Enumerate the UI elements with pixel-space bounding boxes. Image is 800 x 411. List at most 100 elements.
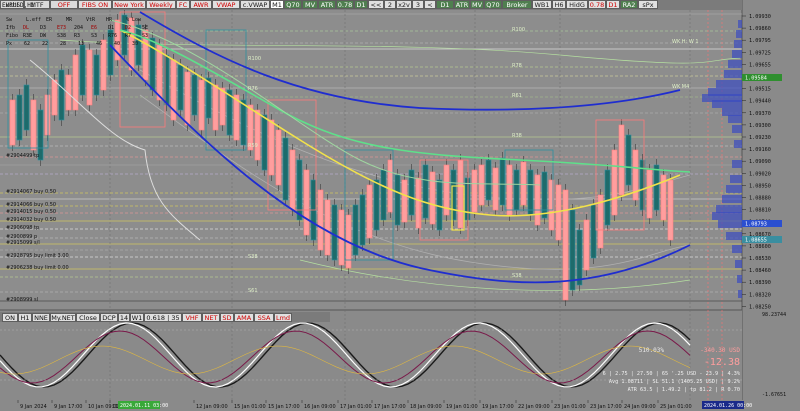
toolbar-button-26[interactable]: WB1	[532, 0, 552, 9]
toolbar-button-23[interactable]: MV	[470, 0, 484, 9]
toolbar-button-15[interactable]: D1	[354, 0, 368, 9]
indicator-button-2[interactable]: NNE	[32, 313, 50, 322]
price-tick-22: 1.08390	[749, 280, 771, 286]
candle-body-1	[16, 94, 23, 141]
time-tick-3: 11	[112, 404, 118, 410]
time-highlight-text-0: 2024.01.11 03:00	[120, 403, 168, 409]
info-row1-3: E73	[57, 25, 66, 31]
toolbar-button-5[interactable]: Weekly	[146, 0, 176, 9]
indicator-button-5[interactable]: DCP	[100, 313, 118, 322]
candle-55	[394, 169, 401, 231]
toolbar-button-30[interactable]: D1	[606, 0, 620, 9]
volume-profile-bar-3	[732, 50, 742, 58]
candle-body-82	[583, 219, 590, 271]
indicator-button-14[interactable]: Lmd	[274, 313, 292, 322]
toolbar-button-24[interactable]: Q70	[484, 0, 502, 9]
toolbar-button-12[interactable]: MV	[302, 0, 318, 9]
volume-profile-bar-13	[734, 140, 742, 148]
candle-79	[562, 184, 569, 306]
indicator-button-7[interactable]: W1	[130, 313, 144, 322]
indicator-button-0[interactable]: ON	[2, 313, 18, 322]
info-header-5: HR	[106, 17, 113, 23]
toolbar-button-11[interactable]: Q70	[284, 0, 302, 9]
indicator-button-12[interactable]: AMA	[234, 313, 254, 322]
toolbar-button-31[interactable]: RA2	[620, 0, 638, 9]
toolbar-button-27[interactable]: H6	[552, 0, 566, 9]
candle-body-7	[58, 69, 65, 121]
candle-44	[317, 184, 324, 256]
time-tick-16: 24 Jan 09:00	[624, 404, 656, 410]
time-tick-15: 23 Jan 17:00	[590, 404, 622, 410]
indicator-button-4[interactable]: Close	[76, 313, 100, 322]
price-highlight-green-text: 1.09584	[745, 76, 767, 82]
toolbar-button-21[interactable]: D1	[436, 0, 454, 9]
info-row1-7: D2	[125, 25, 131, 31]
info-row2-0: Fibo	[6, 33, 18, 39]
candle-body-83	[590, 204, 597, 259]
candle-85	[604, 164, 611, 231]
candle-body-53	[380, 169, 387, 221]
toolbar-button-32[interactable]: sPx	[638, 0, 658, 9]
toolbar-button-10[interactable]: M1	[270, 0, 284, 9]
toolbar-button-17[interactable]: 2	[384, 0, 396, 9]
price-tick-21: 1.08460	[749, 268, 771, 274]
candle-38	[275, 124, 282, 191]
toolbar-button-7[interactable]: AWR	[190, 0, 212, 9]
indicator-button-8[interactable]: 0.618 | 35	[144, 313, 182, 322]
indicator-toolbar: ON H1 NNE My.NET Close DCP 14 W1 0.618 | 35 VHF NE…	[0, 312, 330, 322]
candle-body-88	[625, 134, 632, 186]
indicator-button-10[interactable]: NET	[202, 313, 220, 322]
candle-body-38	[275, 129, 282, 186]
info-row2-3: S38	[57, 33, 66, 39]
toolbar-button-29[interactable]: 0.78	[588, 0, 606, 9]
toolbar-button-4[interactable]: New York	[112, 0, 146, 9]
level-label-6: R76	[248, 86, 258, 92]
candle-46	[331, 199, 338, 266]
toolbar-button-3[interactable]: FIBS ON	[78, 0, 112, 9]
info-row3-1: 62	[24, 41, 30, 47]
toolbar-button-19[interactable]: 3	[412, 0, 424, 9]
osc-tick-bottom: -1.67651	[762, 392, 786, 398]
candle-31	[226, 84, 233, 141]
info-row1-5: E6	[91, 25, 97, 31]
candle-body-75	[534, 174, 541, 226]
order-label-10: #2908999 sl	[6, 297, 38, 303]
toolbar-button-14[interactable]: 0.78	[336, 0, 354, 9]
price-tick-15: 1.08880	[749, 196, 771, 202]
price-tick-11: 1.09160	[749, 147, 771, 153]
candle-body-44	[317, 189, 324, 251]
volume-profile-bar-20	[718, 220, 742, 228]
candle-84	[597, 189, 604, 254]
candle-88	[625, 129, 632, 191]
toolbar-button-16[interactable]: <<	[368, 0, 384, 9]
stats-line-3: ATR 63.5 | 1.49.2 | tp 81.2 | R 0.70	[628, 387, 740, 393]
toolbar-button-2[interactable]: OFF	[50, 0, 78, 9]
indicator-button-11[interactable]: SD	[220, 313, 234, 322]
toolbar-button-13[interactable]: ATR	[318, 0, 336, 9]
toolbar-button-8[interactable]: VWAP	[212, 0, 240, 9]
toolbar-button-22[interactable]: ATR	[454, 0, 470, 9]
osc-tick-top: 98.23744	[762, 312, 786, 318]
toolbar-button-25[interactable]: Broker	[502, 0, 532, 9]
indicator-button-13[interactable]: SSA	[254, 313, 274, 322]
candle-body-36	[261, 114, 268, 171]
candle-body-55	[394, 174, 401, 226]
toolbar-button-9[interactable]: c.VWAP	[240, 0, 270, 9]
candle-75	[534, 169, 541, 231]
toolbar-button-20[interactable]: <	[424, 0, 436, 9]
toolbar-button-28[interactable]: HidG	[566, 0, 588, 9]
indicator-button-9[interactable]: VHF	[182, 313, 202, 322]
price-tick-12: 1.09090	[749, 159, 771, 165]
toolbar-button-6[interactable]: FC	[176, 0, 190, 9]
price-tick-7: 1.09440	[749, 99, 771, 105]
price-tick-8: 1.09370	[749, 111, 771, 117]
volume-profile-bar-15	[730, 175, 742, 183]
indicator-button-1[interactable]: H1	[18, 313, 32, 322]
toolbar-button-18[interactable]: x2v	[396, 0, 412, 9]
indicator-button-6[interactable]: 14	[118, 313, 130, 322]
candle-56	[401, 174, 408, 228]
level-label-10: WK H: W 1	[672, 39, 699, 45]
price-chart: 1.09930 1.09860 1.09795 1.09725 1.09655 1.095…	[0, 0, 800, 411]
indicator-button-3[interactable]: My.NET	[50, 313, 76, 322]
candle-66	[471, 164, 478, 218]
